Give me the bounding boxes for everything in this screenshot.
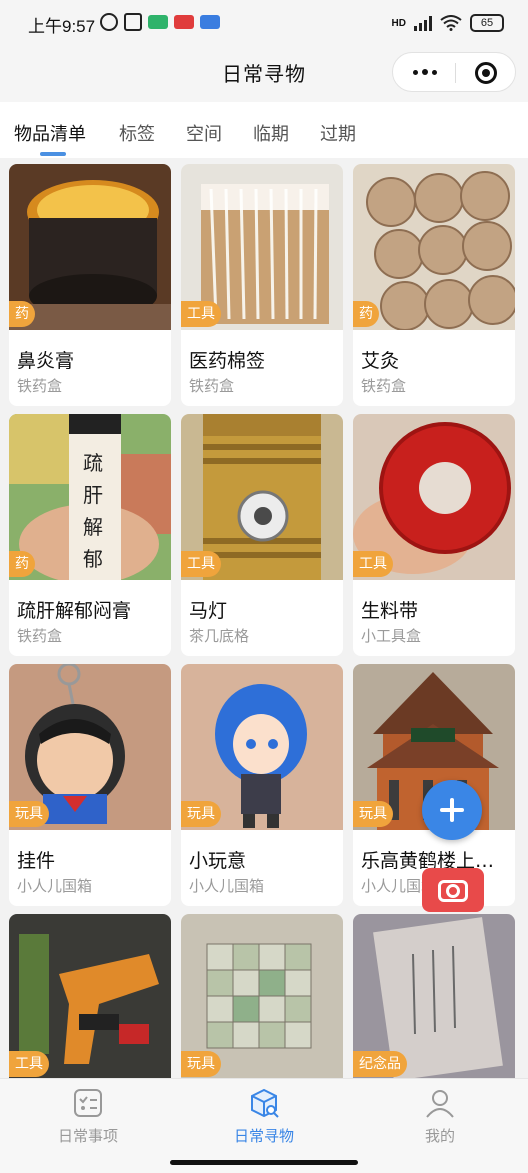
category-tag: 玩具 xyxy=(353,801,393,827)
add-item-button[interactable] xyxy=(422,780,482,840)
bottom-tab-find-items[interactable]: 日常寻物 xyxy=(176,1079,352,1159)
bottom-tab-label: 日常寻物 xyxy=(233,1127,294,1145)
item-photo: 疏肝 解郁 xyxy=(9,414,171,580)
category-tag: 玩具 xyxy=(181,801,221,827)
svg-text:郁: 郁 xyxy=(83,547,103,571)
item-card[interactable]: 药 鼻炎膏 铁药盒 xyxy=(9,164,171,406)
item-photo xyxy=(353,164,515,330)
active-tab-indicator xyxy=(40,152,66,156)
item-card[interactable]: 纪念品 xyxy=(353,914,515,1078)
category-tag: 玩具 xyxy=(9,801,49,827)
box-search-icon xyxy=(251,1088,279,1118)
item-card[interactable]: 玩具 小玩意 小人儿国箱 xyxy=(181,664,343,906)
item-card[interactable]: 工具 生料带 小工具盒 xyxy=(353,414,515,656)
category-tag: 工具 xyxy=(9,1051,49,1077)
navigation-bar: 日常寻物 xyxy=(0,46,528,102)
item-card[interactable]: 工具 医药棉签 铁药盒 xyxy=(181,164,343,406)
status-app-icons xyxy=(100,13,220,31)
svg-text:疏: 疏 xyxy=(83,451,103,475)
home-indicator xyxy=(170,1160,358,1165)
item-grid: 药 鼻炎膏 铁药盒 工具 医药棉签 铁药盒 药 艾灸 铁药盒 疏 肝 解 郁 药… xyxy=(0,158,528,1078)
camera-button[interactable] xyxy=(422,868,484,912)
item-name: 生料带 xyxy=(361,600,419,622)
item-photo xyxy=(9,164,171,330)
status-time: 上午9:57 xyxy=(28,17,96,36)
category-tag: 玩具 xyxy=(181,1051,221,1077)
camera-lens-icon xyxy=(446,884,460,898)
item-name: 疏肝解郁闷膏 xyxy=(17,600,132,622)
item-location: 铁药盒 xyxy=(17,627,63,645)
mini-program-capsule xyxy=(392,52,516,92)
category-tag: 药 xyxy=(9,551,35,577)
item-card[interactable]: 疏肝 解郁 药 疏肝解郁闷膏 铁药盒 xyxy=(9,414,171,656)
item-location: 茶几底格 xyxy=(189,627,250,645)
alarm-icon xyxy=(100,13,118,31)
app-notification-icon xyxy=(148,15,168,29)
tab-tags[interactable]: 标签 xyxy=(119,120,155,146)
capsule-divider xyxy=(455,63,456,83)
tab-expired[interactable]: 过期 xyxy=(320,120,356,146)
item-name: 小玩意 xyxy=(189,850,247,872)
checklist-icon xyxy=(74,1089,102,1117)
item-name: 艾灸 xyxy=(361,350,400,372)
item-location: 铁药盒 xyxy=(361,377,407,395)
category-tag: 工具 xyxy=(353,551,393,577)
item-name: 挂件 xyxy=(17,850,56,872)
app-notification-icon xyxy=(200,15,220,29)
item-name: 鼻炎膏 xyxy=(17,350,75,372)
more-icon[interactable] xyxy=(413,66,437,78)
bottom-tab-label: 我的 xyxy=(424,1127,455,1145)
bottom-tab-label: 日常事项 xyxy=(57,1127,118,1145)
item-card[interactable]: 工具 xyxy=(9,914,171,1078)
battery-icon: 65 xyxy=(470,14,504,32)
category-tag: 药 xyxy=(9,301,35,327)
tab-expiring[interactable]: 临期 xyxy=(253,120,289,146)
app-notification-icon xyxy=(174,15,194,29)
item-location: 铁药盒 xyxy=(17,377,63,395)
item-location: 铁药盒 xyxy=(189,377,235,395)
item-card[interactable]: 玩具 xyxy=(181,914,343,1078)
category-tag: 工具 xyxy=(181,551,221,577)
wifi-icon xyxy=(440,15,462,31)
hd-indicator: HD xyxy=(391,17,406,29)
signal-icon xyxy=(414,15,432,31)
bottom-tab-bar: 日常事项 日常寻物 我的 xyxy=(0,1078,528,1173)
item-location: 小工具盒 xyxy=(361,627,422,645)
bottom-tab-daily-tasks[interactable]: 日常事项 xyxy=(0,1079,176,1159)
category-tag: 药 xyxy=(353,301,379,327)
tab-space[interactable]: 空间 xyxy=(186,120,222,146)
close-miniprogram-icon[interactable] xyxy=(475,62,497,84)
tab-item-list[interactable]: 物品清单 xyxy=(14,120,86,146)
category-tag: 纪念品 xyxy=(353,1051,407,1077)
category-tabs: 物品清单 标签 空间 临期 过期 xyxy=(0,102,528,158)
svg-text:肝: 肝 xyxy=(83,483,103,507)
bottom-tab-me[interactable]: 我的 xyxy=(352,1079,528,1159)
item-card[interactable]: 药 艾灸 铁药盒 xyxy=(353,164,515,406)
item-location: 小人儿国箱 xyxy=(189,877,265,895)
nfc-icon xyxy=(124,13,142,31)
item-location: 小人儿国箱 xyxy=(17,877,93,895)
item-card[interactable]: 工具 马灯 茶几底格 xyxy=(181,414,343,656)
item-name: 马灯 xyxy=(189,600,228,622)
status-right: HD 65 xyxy=(392,14,504,32)
status-bar: 上午9:57 HD 65 xyxy=(0,0,528,46)
person-icon xyxy=(426,1090,454,1118)
svg-text:解: 解 xyxy=(83,515,103,539)
item-card[interactable]: 玩具 挂件 小人儿国箱 xyxy=(9,664,171,906)
category-tag: 工具 xyxy=(181,301,221,327)
item-name: 医药棉签 xyxy=(189,350,266,372)
